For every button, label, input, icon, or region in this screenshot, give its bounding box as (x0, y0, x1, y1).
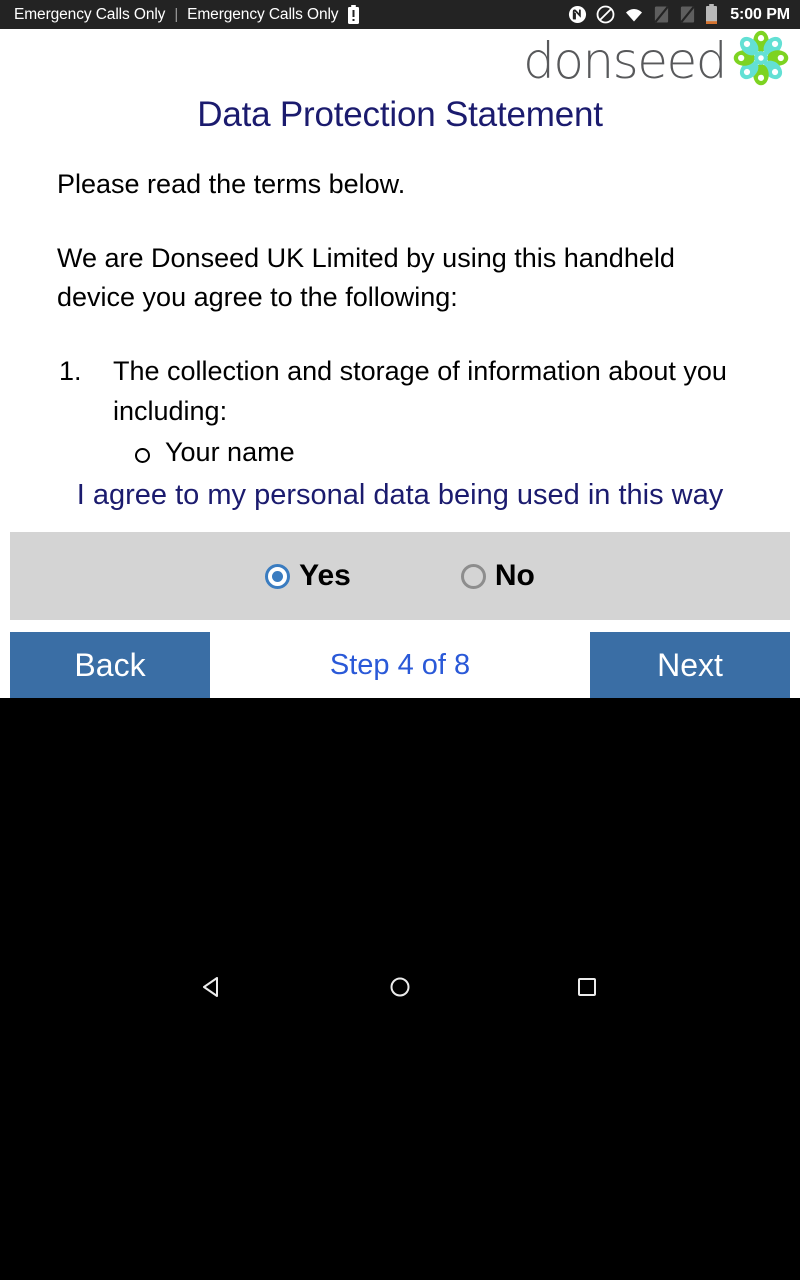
status-bar-icons: 5:00 PM (568, 4, 790, 25)
radio-no-indicator[interactable] (460, 563, 486, 589)
terms-list-item: 1. The collection and storage of informa… (57, 352, 758, 471)
app-screen: Emergency Calls Only | Emergency Calls O… (0, 0, 800, 1280)
clock-label: 5:00 PM (730, 5, 790, 23)
radio-yes-label: Yes (299, 559, 351, 593)
step-indicator: Step 4 of 8 (329, 648, 471, 681)
terms-scroll-area[interactable]: Please read the terms below. We are Dons… (0, 141, 800, 471)
donseed-logo: donseed (523, 27, 794, 94)
radio-yes-indicator[interactable] (265, 563, 291, 589)
brand-wordmark: donseed (523, 31, 727, 90)
back-button[interactable]: Back (10, 632, 210, 699)
next-button[interactable]: Next (590, 632, 790, 699)
terms-sublist: Your name Name of your employer (if rele… (113, 433, 758, 471)
signal-no-sim-1-icon (653, 5, 670, 24)
carrier-separator: | (174, 6, 179, 23)
terms-preamble: We are Donseed UK Limited by using this … (57, 242, 675, 313)
radio-option-yes[interactable]: Yes (265, 559, 351, 593)
brand-header: donseed (0, 29, 800, 91)
terms-intro: Please read the terms below. (57, 169, 406, 199)
consent-prompt: I agree to my personal data being used i… (76, 479, 724, 511)
radio-no-label: No (494, 559, 535, 593)
recents-square-icon[interactable] (574, 974, 600, 1005)
list-number: 1. (59, 356, 82, 387)
nfc-icon (568, 5, 587, 24)
wifi-icon (624, 7, 644, 23)
home-circle-icon[interactable] (387, 974, 413, 1005)
list-item: Your name (113, 433, 758, 471)
battery-icon (705, 4, 718, 25)
back-triangle-icon[interactable] (200, 974, 226, 1005)
signal-no-sim-2-icon (679, 5, 696, 24)
carrier-label-right: Emergency Calls Only (187, 5, 339, 23)
status-bar: Emergency Calls Only | Emergency Calls O… (0, 0, 800, 29)
battery-alert-icon (347, 4, 360, 25)
carrier-label-left: Emergency Calls Only (14, 5, 166, 23)
wizard-footer: Back Step 4 of 8 Next (0, 632, 800, 699)
radio-option-no[interactable]: No (460, 559, 535, 593)
do-not-disturb-icon (596, 5, 615, 24)
consent-radio-group: Yes No (10, 532, 790, 621)
status-bar-carriers: Emergency Calls Only | Emergency Calls O… (14, 4, 360, 25)
terms-list: 1. The collection and storage of informa… (57, 352, 758, 471)
donseed-flower-icon (728, 27, 794, 94)
page-title: Data Protection Statement (197, 95, 603, 134)
android-navigation-bar (0, 698, 800, 1280)
list-item-text: The collection and storage of informatio… (113, 356, 727, 426)
